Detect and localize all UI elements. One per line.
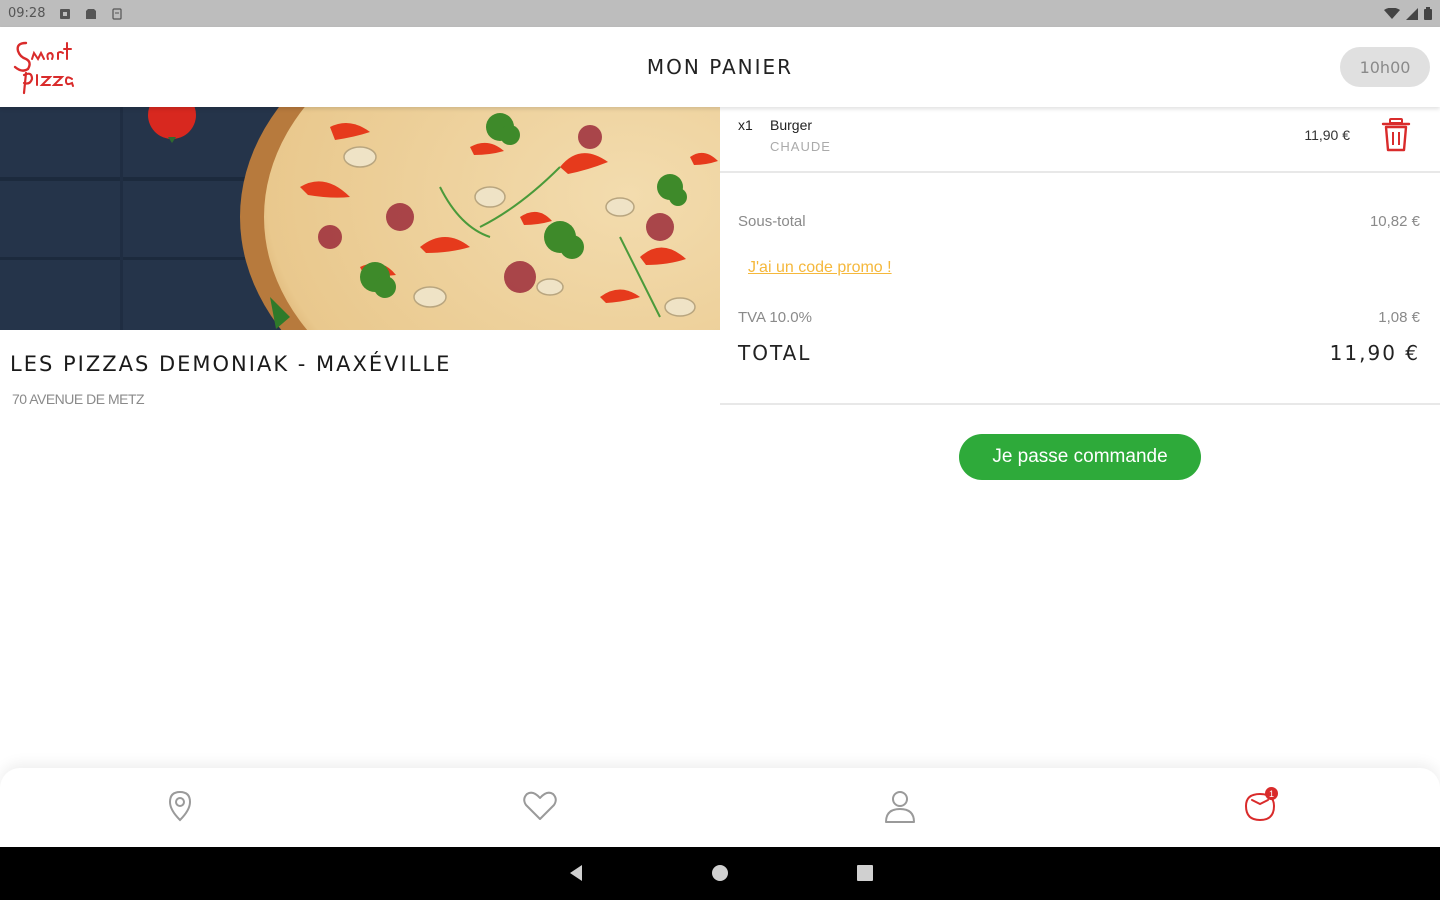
system-navigation-bar bbox=[0, 847, 1440, 900]
cart-nav-item[interactable]: 1 bbox=[1240, 786, 1280, 826]
location-icon[interactable] bbox=[160, 786, 200, 826]
total-value: 11,90 € bbox=[1329, 341, 1420, 365]
total-row: TOTAL 11,90 € bbox=[738, 341, 1420, 365]
app-bar: MON PANIER 10h00 bbox=[0, 27, 1440, 107]
divider bbox=[720, 403, 1440, 405]
status-time: 09:28 bbox=[8, 6, 46, 21]
promo-code-link[interactable]: J'ai un code promo ! bbox=[748, 259, 892, 277]
back-icon[interactable] bbox=[566, 863, 586, 883]
tva-row: TVA 10.0% 1,08 € bbox=[738, 309, 1420, 326]
home-icon[interactable] bbox=[710, 863, 730, 883]
notification-icon bbox=[60, 8, 71, 19]
subtotal-row: Sous-total 10,82 € bbox=[738, 213, 1420, 230]
storage-icon bbox=[112, 7, 123, 20]
item-quantity: x1 bbox=[738, 117, 753, 133]
status-bar: 09:28 bbox=[0, 0, 1440, 27]
item-price: 11,90 € bbox=[1304, 127, 1350, 143]
cart-item-row: x1 Burger CHAUDE 11,90 € bbox=[720, 107, 1440, 173]
total-label: TOTAL bbox=[738, 341, 812, 365]
item-option: CHAUDE bbox=[770, 139, 831, 154]
restaurant-name: LES PIZZAS DEMONIAK - MAXÉVILLE bbox=[10, 352, 452, 376]
signal-icon bbox=[1406, 7, 1418, 20]
bottom-navigation: 1 bbox=[0, 768, 1440, 848]
cart-panel: x1 Burger CHAUDE 11,90 € Sous-total 10,8… bbox=[720, 107, 1440, 407]
sd-card-icon bbox=[86, 8, 97, 19]
subtotal-label: Sous-total bbox=[738, 213, 806, 230]
restaurant-hero-image bbox=[0, 107, 720, 330]
recents-icon[interactable] bbox=[855, 863, 875, 883]
wifi-icon bbox=[1384, 7, 1400, 19]
subtotal-value: 10,82 € bbox=[1369, 213, 1420, 230]
tva-value: 1,08 € bbox=[1378, 309, 1420, 326]
restaurant-address: 70 AVENUE DE METZ bbox=[12, 391, 145, 407]
page-title: MON PANIER bbox=[646, 55, 794, 79]
tva-label: TVA 10.0% bbox=[738, 309, 812, 326]
delivery-time-button[interactable]: 10h00 bbox=[1340, 47, 1430, 87]
profile-icon[interactable] bbox=[880, 786, 920, 826]
heart-icon[interactable] bbox=[520, 786, 560, 826]
battery-icon bbox=[1424, 7, 1432, 20]
item-name: Burger bbox=[770, 117, 813, 133]
cart-badge: 1 bbox=[1265, 787, 1278, 800]
place-order-button[interactable]: Je passe commande bbox=[959, 434, 1201, 480]
delete-item-icon[interactable] bbox=[1380, 117, 1412, 153]
